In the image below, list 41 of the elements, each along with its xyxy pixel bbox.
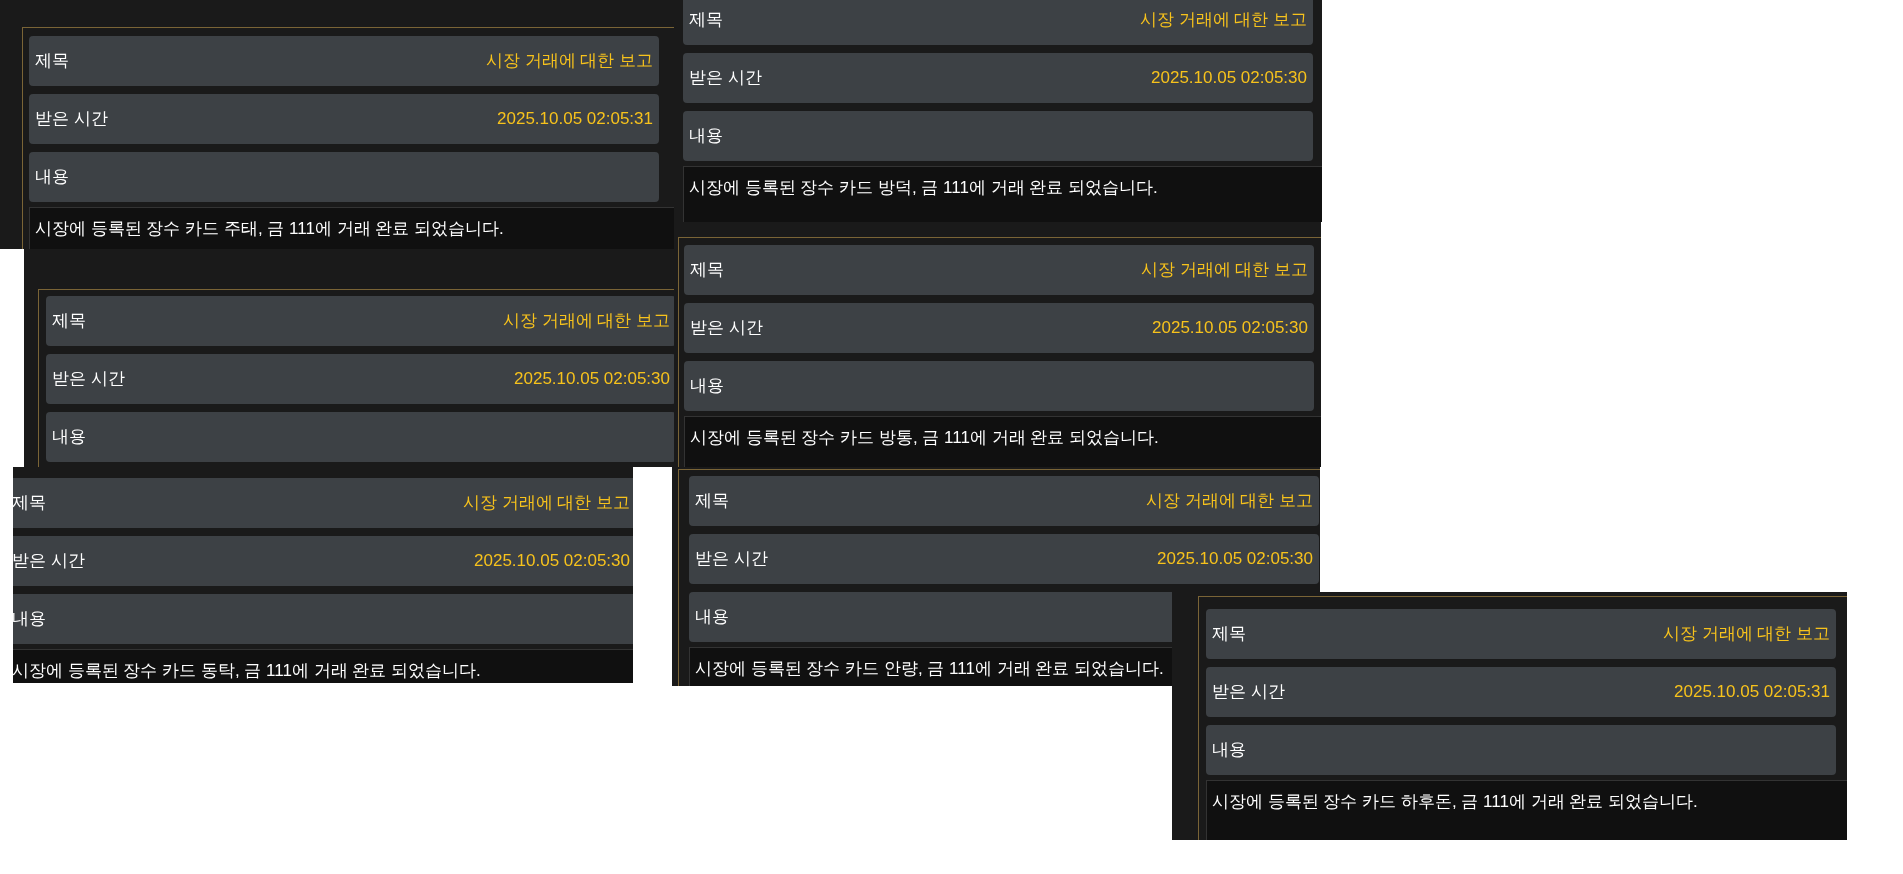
row-label: 제목 <box>13 492 46 515</box>
row-value: 시장 거래에 대한 보고 <box>1139 9 1307 32</box>
row-value: 2025.10.05 02:05:30 <box>1152 317 1308 340</box>
row-value: 시장 거래에 대한 보고 <box>462 492 630 515</box>
row-label: 내용 <box>695 606 729 629</box>
row-label: 받은 시간 <box>690 317 763 340</box>
row-value: 시장 거래에 대한 보고 <box>485 50 653 73</box>
row-value: 2025.10.05 02:05:31 <box>1674 681 1830 704</box>
content-text: 시장에 등록된 장수 카드 하후돈, 금 111에 거래 완료 되었습니다. <box>1212 792 1698 811</box>
row-label: 내용 <box>689 125 723 148</box>
row-value: 시장 거래에 대한 보고 <box>1140 259 1308 282</box>
row-label: 내용 <box>1212 739 1246 762</box>
row-label: 내용 <box>690 375 724 398</box>
content-text: 시장에 등록된 장수 카드 방통, 금 111에 거래 완료 되었습니다. <box>690 428 1159 447</box>
row-label: 제목 <box>35 50 69 73</box>
row-label: 받은 시간 <box>695 548 768 571</box>
row-label: 내용 <box>13 608 46 631</box>
row-value: 2025.10.05 02:05:30 <box>1151 67 1307 90</box>
row-label: 제목 <box>689 9 723 32</box>
row-label: 내용 <box>35 166 69 189</box>
row-label: 제목 <box>690 259 724 282</box>
row-label: 제목 <box>52 310 86 333</box>
row-label: 받은 시간 <box>689 67 762 90</box>
row-label: 제목 <box>1212 623 1246 646</box>
row-label: 받은 시간 <box>1212 681 1285 704</box>
row-value: 시장 거래에 대한 보고 <box>1662 623 1830 646</box>
row-label: 받은 시간 <box>13 550 85 573</box>
row-label: 받은 시간 <box>52 368 125 391</box>
row-value: 2025.10.05 02:05:31 <box>497 108 653 131</box>
row-label: 받은 시간 <box>35 108 108 131</box>
row-value: 2025.10.05 02:05:30 <box>514 368 670 391</box>
row-value: 시장 거래에 대한 보고 <box>502 310 670 333</box>
content-text: 시장에 등록된 장수 카드 주태, 금 111에 거래 완료 되었습니다. <box>35 219 504 238</box>
row-label: 내용 <box>52 426 86 449</box>
content-text: 시장에 등록된 장수 카드 동탁, 금 111에 거래 완료 되었습니다. <box>13 661 481 680</box>
content-text: 시장에 등록된 장수 카드 안량, 금 111에 거래 완료 되었습니다. <box>695 659 1164 678</box>
content-text: 시장에 등록된 장수 카드 방덕, 금 111에 거래 완료 되었습니다. <box>689 178 1158 197</box>
row-value: 2025.10.05 02:05:30 <box>1157 548 1313 571</box>
row-value: 시장 거래에 대한 보고 <box>1145 490 1313 513</box>
row-label: 제목 <box>695 490 729 513</box>
row-value: 2025.10.05 02:05:30 <box>474 550 630 573</box>
